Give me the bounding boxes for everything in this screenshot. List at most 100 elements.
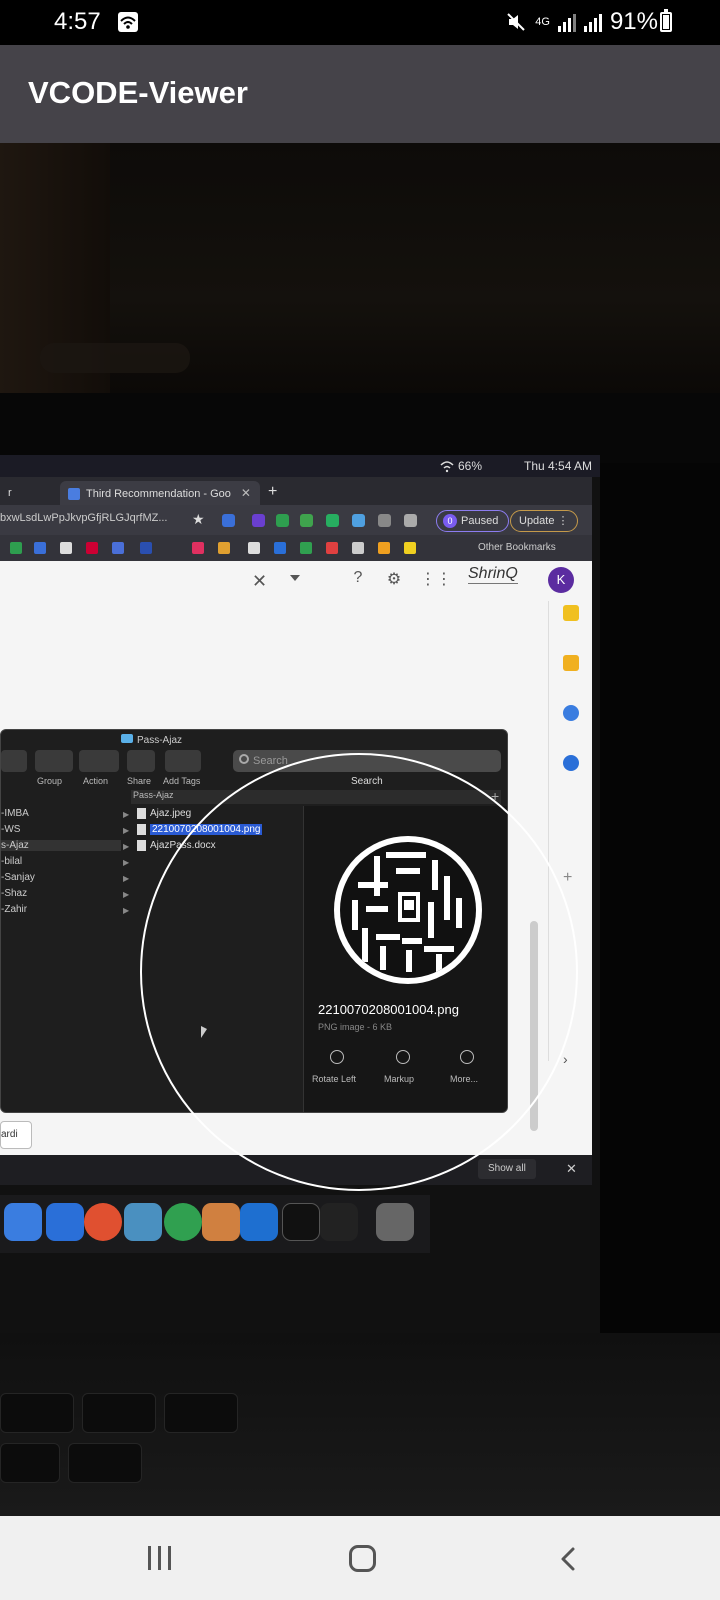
home-button[interactable] <box>349 1545 376 1572</box>
extension-icon <box>300 514 313 527</box>
search-placeholder: Search <box>253 755 288 767</box>
bookmark-icon <box>326 542 338 554</box>
tasks-icon <box>563 705 579 721</box>
chevron-right-icon: ▶ <box>123 842 130 851</box>
extension-icon <box>352 514 365 527</box>
recents-button[interactable] <box>148 1546 174 1570</box>
app-icon <box>84 1203 122 1241</box>
keep-icon <box>563 655 579 671</box>
terminal-icon <box>282 1203 320 1241</box>
star-icon: ★ <box>192 511 205 527</box>
update-label: Update <box>519 515 555 527</box>
file-icon <box>137 808 146 819</box>
extension-icon <box>378 514 391 527</box>
camera-preview[interactable]: 66% Thu 4:54 AM r POC✕ Third Recommendat… <box>0 143 720 1516</box>
mac-dock <box>0 1195 430 1253</box>
back-button[interactable] <box>556 1546 582 1572</box>
view-icon <box>1 750 27 772</box>
brand-logo: ShrinQ <box>468 565 518 584</box>
status-bar: 4:57 4G 91% <box>0 0 720 45</box>
app-bar: VCODE-Viewer <box>0 45 720 143</box>
url-text: bxwLsdLwPpJkvpGfjRLGJqrfMZ... <box>0 512 168 524</box>
bookmark-icon <box>60 542 72 554</box>
nav-bar <box>0 1516 720 1600</box>
app-icon <box>4 1203 42 1241</box>
sidebar-item: -Shaz <box>1 888 28 899</box>
paused-label: Paused <box>461 515 499 527</box>
file-item: Ajaz.jpeg <box>137 808 191 819</box>
chevron-right-icon: ▶ <box>123 858 130 867</box>
trash-icon <box>376 1203 414 1241</box>
sidebar-item: -bilal <box>1 856 23 867</box>
chevron-right-icon: ▶ <box>123 826 130 835</box>
app-icon <box>46 1203 84 1241</box>
bookmark-icon <box>248 542 260 554</box>
toolbar-label: Add Tags <box>163 776 201 786</box>
signal-icon <box>557 12 576 32</box>
search-icon <box>239 754 249 764</box>
mac-battery: 66% <box>458 459 483 473</box>
scan-ring <box>140 753 578 1191</box>
network-type: 4G <box>535 15 550 28</box>
browser-toolbar: bxwLsdLwPpJkvpGfjRLGJqrfMZ... ★ 0 Paused … <box>0 505 592 535</box>
keyboard-key <box>0 1443 60 1483</box>
close-icon: ✕ <box>252 571 268 591</box>
profile-paused-icon: 0 <box>443 514 457 528</box>
mute-icon <box>507 13 525 31</box>
toolbar-label: Action <box>83 776 109 786</box>
share-icon <box>127 750 155 772</box>
keyboard-key <box>0 1393 74 1433</box>
sidebar-item-selected: s-Ajaz <box>1 840 121 851</box>
show-all-button: Show all <box>478 1159 536 1179</box>
status-right-cluster: 4G 91% <box>505 8 658 36</box>
laptop-keyboard <box>0 1333 720 1516</box>
keyboard-key <box>68 1443 142 1483</box>
mac-menubar: 66% Thu 4:54 AM <box>0 455 600 477</box>
bookmark-icon <box>274 542 286 554</box>
gallery-icon <box>118 12 138 32</box>
bookmark-icon <box>192 542 204 554</box>
vscode-icon <box>240 1203 278 1241</box>
status-time: 4:57 <box>54 8 101 35</box>
close-icon: ✕ <box>240 486 251 500</box>
sidebar-item: -Sanjay <box>1 872 35 883</box>
app-title: VCODE-Viewer <box>28 75 248 110</box>
monitor-bezel <box>0 393 720 463</box>
app-icon <box>202 1203 240 1241</box>
mac-clock: Thu 4:54 AM <box>524 459 593 473</box>
apps-grid-icon: ⋮⋮ <box>420 571 452 588</box>
sidebar-item: -Zahir <box>1 904 28 915</box>
chevron-right-icon: ▶ <box>123 890 130 899</box>
extension-icon <box>252 514 265 527</box>
chevron-right-icon: ▶ <box>123 810 130 819</box>
bookmark-icon <box>218 542 230 554</box>
bookmark-icon <box>404 542 416 554</box>
bookmark-icon <box>352 542 364 554</box>
bookmark-icon <box>300 542 312 554</box>
battery-percent: 91% <box>609 8 658 35</box>
group-icon <box>35 750 73 772</box>
bookmark-icon <box>378 542 390 554</box>
file-icon <box>137 824 146 835</box>
bookmark-icon <box>86 542 98 554</box>
app-icon <box>320 1203 358 1241</box>
calendar-icon <box>563 605 579 621</box>
other-bookmarks: Other Bookmarks <box>478 542 556 553</box>
sidebar-item: -WS <box>1 824 21 835</box>
page-chip: ardi <box>0 1121 32 1149</box>
bookmark-icon <box>10 542 22 554</box>
wifi-icon <box>440 461 454 473</box>
bookmark-icon <box>112 542 124 554</box>
gear-icon: ⚙ <box>386 571 402 588</box>
bookmarks-bar: Other Bookmarks <box>0 535 592 561</box>
app-icon <box>124 1203 162 1241</box>
help-icon: ? <box>353 569 363 586</box>
extension-icon <box>222 514 235 527</box>
sidebar-item: -IMBA <box>1 808 29 819</box>
background-room <box>0 143 720 403</box>
docs-icon <box>68 488 80 501</box>
chevron-down-icon <box>290 575 300 581</box>
battery-icon <box>660 9 672 32</box>
plus-icon: + <box>268 483 278 500</box>
browser-tabs: r POC✕ Third Recommendation - Goo ✕ + <box>0 477 592 524</box>
